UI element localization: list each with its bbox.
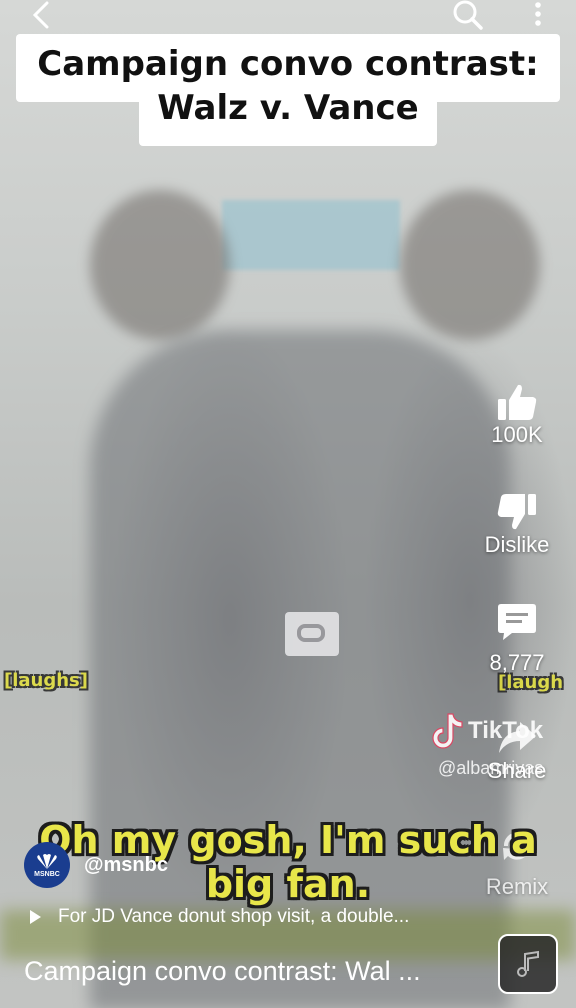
comment-count: 8,777	[489, 650, 545, 675]
video-center-logo	[285, 612, 339, 656]
related-video-text: For JD Vance donut shop visit, a double.…	[58, 906, 410, 927]
sound-button[interactable]	[498, 934, 558, 994]
dislike-icon	[497, 494, 536, 530]
play-icon	[30, 910, 41, 924]
dislike-label: Dislike	[484, 532, 550, 557]
tiktok-watermark: TikTok	[430, 712, 543, 750]
dislike-button[interactable]: Dislike	[458, 492, 576, 558]
search-button[interactable]	[450, 0, 486, 30]
bottom-title[interactable]: Campaign convo contrast: Wal ...	[24, 956, 421, 987]
video-caption-left: [laughs]	[4, 670, 88, 691]
comment-icon	[498, 604, 536, 640]
more-button[interactable]	[526, 0, 550, 30]
channel-avatar[interactable]: MSNBC	[24, 842, 70, 888]
video-figure-left	[90, 190, 230, 340]
video-background-light	[222, 200, 400, 270]
tiktok-brand: TikTok	[468, 717, 544, 744]
back-icon	[32, 1, 49, 29]
channel-logo-text: MSNBC	[34, 870, 60, 878]
channel-handle[interactable]: @msnbc	[84, 854, 168, 877]
music-icon	[517, 950, 539, 977]
video-title-overlay: Campaign convo contrast: Walz v. Vance	[37, 44, 539, 128]
watermark-handle: @albamrivas	[438, 758, 544, 778]
msnbc-peacock-icon	[37, 853, 57, 869]
like-icon	[498, 384, 537, 420]
comment-button[interactable]: 8,777	[458, 602, 576, 676]
more-icon	[535, 2, 541, 26]
like-button[interactable]: 100K	[458, 382, 576, 448]
tiktok-logo-icon	[432, 713, 463, 749]
back-button[interactable]	[24, 0, 58, 30]
like-count: 100K	[491, 422, 543, 447]
video-figure-right	[400, 190, 540, 340]
search-icon	[453, 0, 483, 30]
related-video-row[interactable]: For JD Vance donut shop visit, a double.…	[28, 906, 409, 928]
